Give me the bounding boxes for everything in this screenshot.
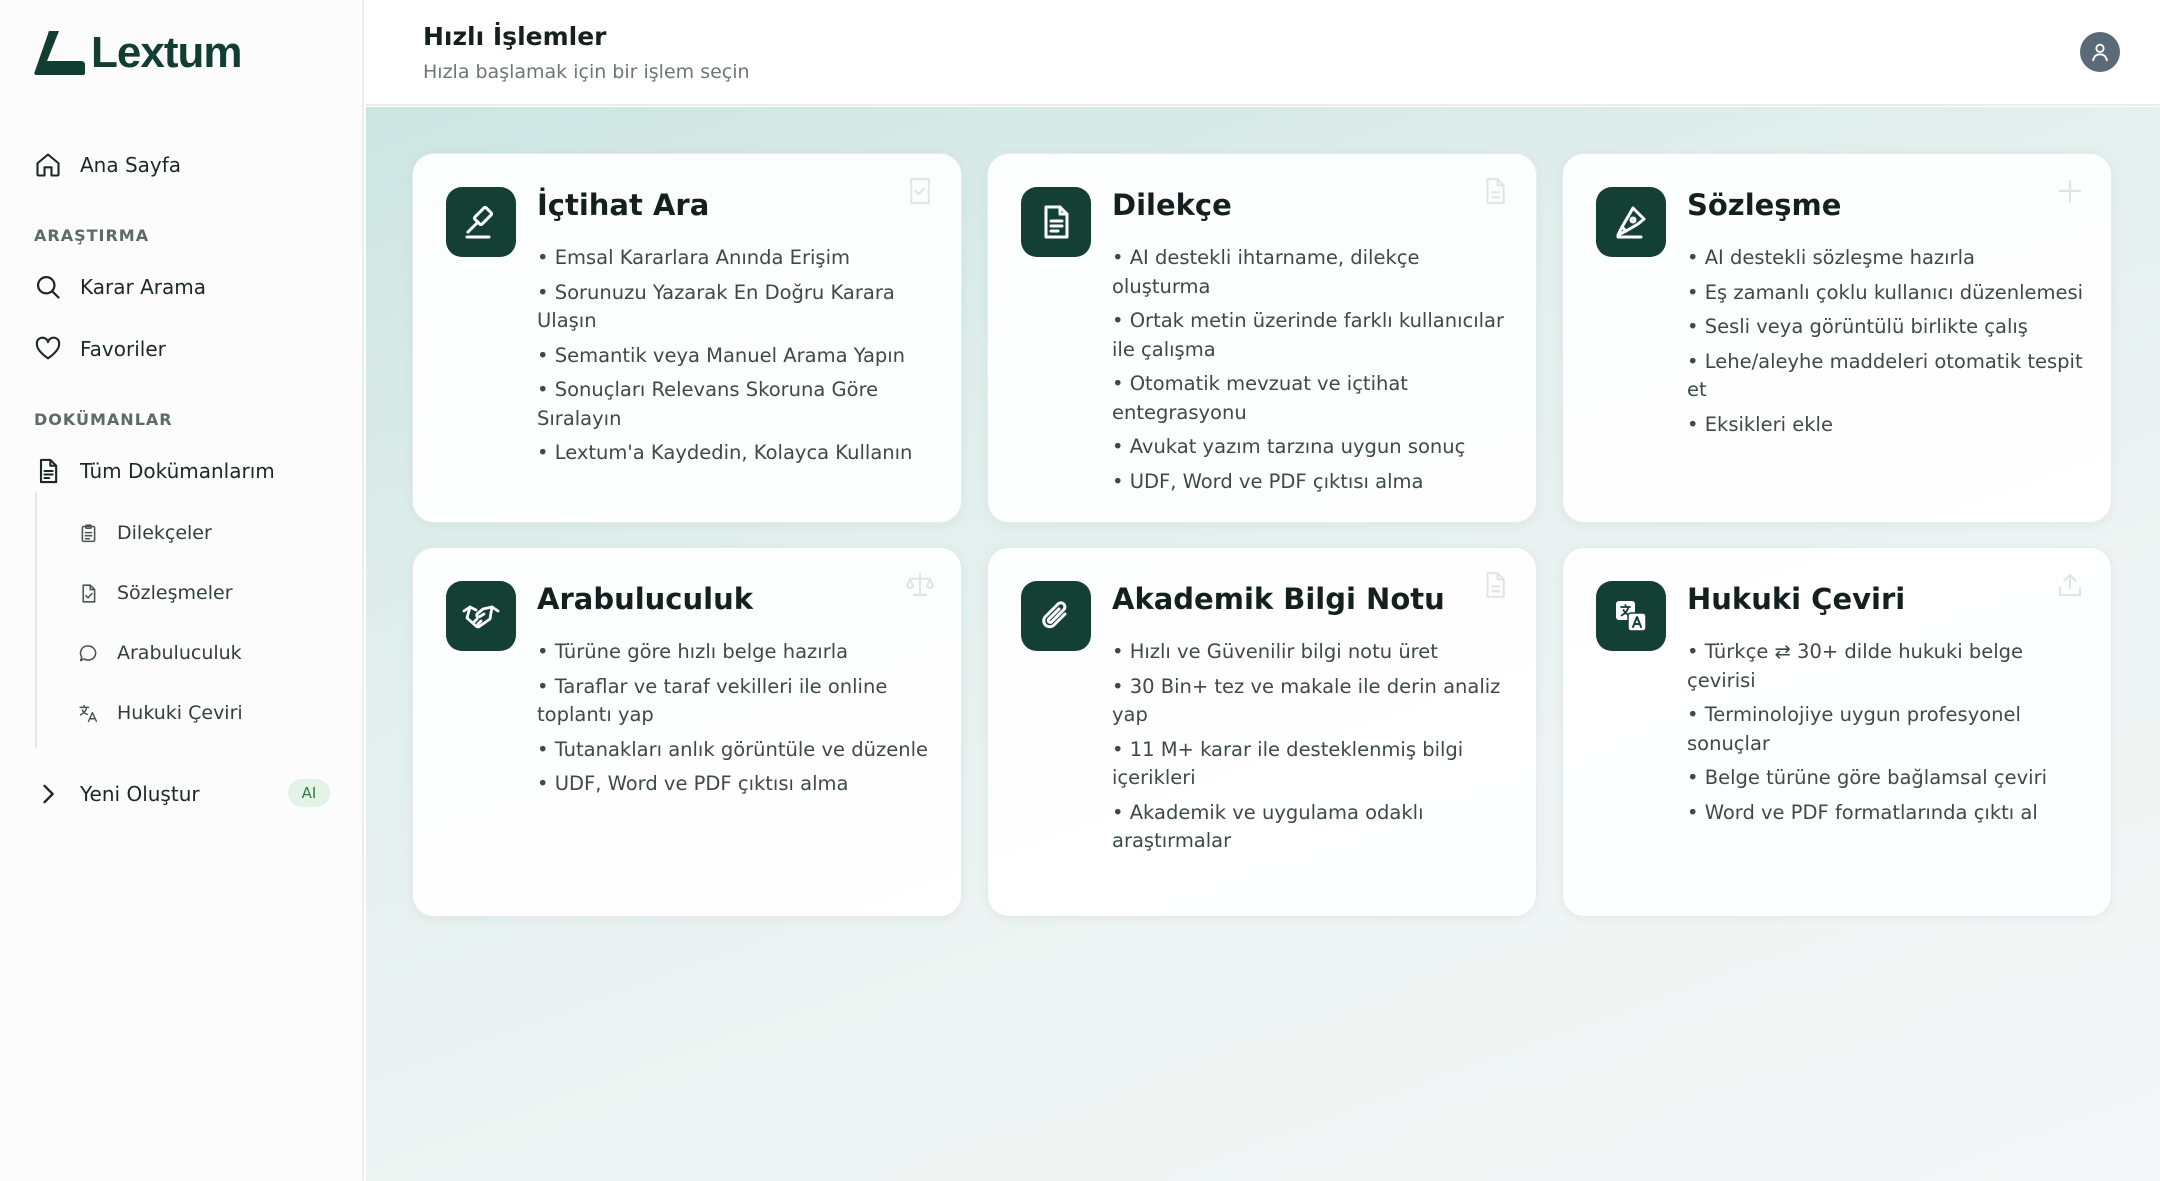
sidebar-item-karar-arama[interactable]: Karar Arama xyxy=(33,272,206,302)
card-ictihat-ara[interactable]: İçtihat Ara • Emsal Kararlara Anında Eri… xyxy=(412,153,962,523)
sidebar-subitem-hukuki-ceviri[interactable]: Hukuki Çeviri xyxy=(76,701,243,725)
feature-list: • Türüne göre hızlı belge hazırla • Tara… xyxy=(537,638,947,805)
feature-list: • AI destekli sözleşme hazırla • Eş zama… xyxy=(1687,244,2097,445)
main-content: İçtihat Ara • Emsal Kararlara Anında Eri… xyxy=(366,107,2160,1181)
feature-item: • AI destekli ihtarname, dilekçe oluştur… xyxy=(1112,246,1420,298)
feature-item: • Sonuçları Relevans Skoruna Göre Sırala… xyxy=(537,378,879,430)
feature-item: • Türüne göre hızlı belge hazırla xyxy=(537,640,849,663)
sidebar-item-label: Karar Arama xyxy=(80,275,206,299)
home-icon xyxy=(33,150,63,180)
section-label-documents: DOKÜMANLAR xyxy=(34,410,173,429)
feature-item: • Akademik ve uygulama odaklı araştırmal… xyxy=(1112,800,1424,853)
feature-item: • UDF, Word ve PDF çıktısı alma xyxy=(1112,469,1424,493)
chat-bubble-icon xyxy=(76,641,100,665)
page-subtitle: Hızla başlamak için bir işlem seçin xyxy=(423,61,750,83)
header: Hızlı İşlemler Hızla başlamak için bir i… xyxy=(366,0,2160,106)
sidebar-item-label: Ana Sayfa xyxy=(80,153,182,177)
card-sozlesme[interactable]: Sözleşme • AI destekli sözleşme hazırla … xyxy=(1562,153,2112,523)
ai-badge: AI xyxy=(288,779,330,807)
sidebar-subitem-dilekceler[interactable]: Dilekçeler xyxy=(76,521,212,545)
user-icon xyxy=(2092,43,2108,62)
file-icon xyxy=(1486,178,1505,204)
handshake-icon xyxy=(446,581,516,651)
translate-icon xyxy=(76,701,100,725)
feature-item: • Semantik veya Manuel Arama Yapın xyxy=(537,343,906,367)
plus-icon xyxy=(2058,179,2082,203)
card-title: Dilekçe xyxy=(1112,188,1232,222)
document-check-icon xyxy=(910,178,930,204)
feature-item: • UDF, Word ve PDF çıktısı alma xyxy=(537,772,849,795)
document-check-icon xyxy=(76,581,100,605)
submenu-divider xyxy=(35,492,37,748)
sidebar-subitem-arabuluculuk[interactable]: Arabuluculuk xyxy=(76,641,242,665)
feature-list: • Türkçe ⇄ 30+ dilde hukuki belge çeviri… xyxy=(1687,638,2097,833)
card-title: Arabuluculuk xyxy=(537,582,754,616)
sidebar-item-favoriler[interactable]: Favoriler xyxy=(33,334,166,364)
card-title: İçtihat Ara xyxy=(537,188,710,222)
sidebar-item-label: Tüm Dokümanlarım xyxy=(80,459,275,483)
section-label-research: ARAŞTIRMA xyxy=(34,226,150,245)
feature-item: • Word ve PDF formatlarında çıktı al xyxy=(1687,800,2038,824)
feature-item: • Avukat yazım tarzına uygun sonuç xyxy=(1112,435,1466,458)
feature-item: • 30 Bin+ tez ve makale ile derin analiz… xyxy=(1112,674,1501,727)
user-avatar[interactable] xyxy=(2080,32,2120,72)
feature-item: • Tutanakları anlık görüntüle ve düzenle xyxy=(537,737,928,761)
feature-item: • Sesli veya görüntülü birlikte çalış xyxy=(1687,315,2028,338)
translate-icon xyxy=(1596,581,1666,651)
page-title: Hızlı İşlemler xyxy=(423,22,607,51)
card-title: Akademik Bilgi Notu xyxy=(1112,582,1445,616)
sidebar-item-all-documents[interactable]: Tüm Dokümanlarım xyxy=(33,456,275,486)
feature-item: • Türkçe ⇄ 30+ dilde hukuki belge çeviri… xyxy=(1687,640,2024,692)
sidebar-item-create-new[interactable]: Yeni Oluştur xyxy=(33,779,200,809)
document-icon xyxy=(1021,187,1091,257)
document-icon xyxy=(33,456,63,486)
search-icon xyxy=(33,272,63,302)
feature-item: • Lextum'a Kaydedin, Kolayca Kullanın xyxy=(537,441,913,464)
feature-item: • Eş zamanlı çoklu kullanıcı düzenlemesi xyxy=(1687,280,2084,304)
sidebar-item-label: Favoriler xyxy=(80,337,166,361)
gavel-icon xyxy=(446,187,516,257)
sidebar-subitem-label: Arabuluculuk xyxy=(117,642,242,664)
paperclip-icon xyxy=(1021,581,1091,651)
heart-icon xyxy=(33,334,63,364)
logo-text: Lextum xyxy=(91,28,242,77)
card-dilekce[interactable]: Dilekçe • AI destekli ihtarname, dilekçe… xyxy=(987,153,1537,523)
upload-icon xyxy=(2058,573,2082,597)
feature-item: • Eksikleri ekle xyxy=(1687,412,1833,436)
sidebar-subitem-label: Sözleşmeler xyxy=(117,582,233,604)
card-arabuluculuk[interactable]: Arabuluculuk • Türüne göre hızlı belge h… xyxy=(412,547,962,917)
pen-nib-icon xyxy=(1596,187,1666,257)
sidebar-subitem-label: Dilekçeler xyxy=(117,522,212,544)
card-hukuki-ceviri[interactable]: Hukuki Çeviri • Türkçe ⇄ 30+ dilde hukuk… xyxy=(1562,547,2112,917)
sidebar-item-label: Yeni Oluştur xyxy=(80,782,200,806)
logo-mark-icon xyxy=(34,31,85,75)
feature-item: • Belge türüne göre bağlamsal çeviri xyxy=(1687,766,2047,789)
feature-item: • Hızlı ve Güvenilir bilgi notu üret xyxy=(1112,640,1438,663)
feature-item: • Taraflar ve taraf vekilleri ile online… xyxy=(537,674,888,727)
card-akademik-bilgi-notu[interactable]: Akademik Bilgi Notu • Hızlı ve Güvenilir… xyxy=(987,547,1537,917)
sidebar-subitem-sozlesmeler[interactable]: Sözleşmeler xyxy=(76,581,233,605)
feature-item: • Lehe/aleyhe maddeleri otomatik tespit … xyxy=(1687,349,2083,402)
card-title: Hukuki Çeviri xyxy=(1687,582,1906,616)
feature-item: • Otomatik mevzuat ve içtihat entegrasyo… xyxy=(1112,372,1408,424)
feature-item: • AI destekli sözleşme hazırla xyxy=(1687,246,1975,269)
feature-item: • Ortak metin üzerinde farklı kullanıcıl… xyxy=(1112,309,1505,361)
chevron-right-icon xyxy=(33,779,63,809)
feature-list: • Hızlı ve Güvenilir bilgi notu üret • 3… xyxy=(1112,638,1522,862)
feature-item: • Sorunuzu Yazarak En Doğru Karara Ulaşı… xyxy=(537,280,895,333)
feature-item: • 11 M+ karar ile desteklenmiş bilgi içe… xyxy=(1112,737,1464,790)
sidebar-item-home[interactable]: Ana Sayfa xyxy=(33,150,181,180)
feature-item: • Terminolojiye uygun profesyonel sonuçl… xyxy=(1687,703,2021,755)
feature-list: • Emsal Kararlara Anında Erişim • Sorunu… xyxy=(537,244,947,474)
feature-item: • Emsal Kararlara Anında Erişim xyxy=(537,246,850,269)
logo[interactable]: Lextum xyxy=(33,28,242,78)
feature-list: • AI destekli ihtarname, dilekçe oluştur… xyxy=(1112,244,1522,502)
clipboard-icon xyxy=(76,521,100,545)
card-title: Sözleşme xyxy=(1687,188,1842,222)
sidebar-subitem-label: Hukuki Çeviri xyxy=(117,702,243,724)
app-root: Lextum Ana Sayfa ARAŞTIRMA Karar Arama F… xyxy=(0,0,2160,1181)
scale-icon xyxy=(905,572,935,596)
sidebar: Lextum Ana Sayfa ARAŞTIRMA Karar Arama F… xyxy=(0,0,364,1181)
file-icon xyxy=(1486,572,1505,598)
